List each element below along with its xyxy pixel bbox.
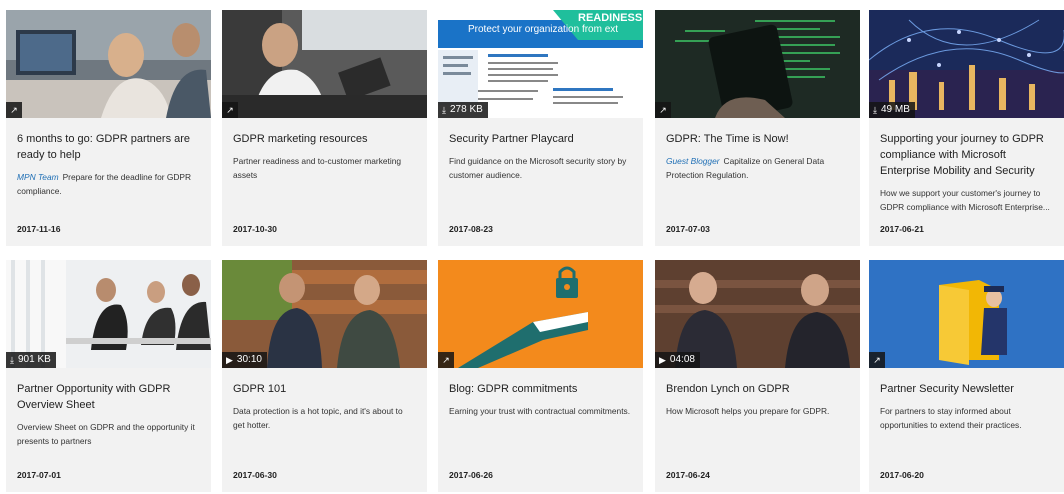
playcard-banner: READINESS: [578, 12, 643, 24]
card-title[interactable]: 6 months to go: GDPR partners are ready …: [17, 131, 200, 163]
external-link-icon: ↗: [873, 355, 881, 365]
card-title[interactable]: GDPR marketing resources: [233, 131, 416, 147]
resource-card[interactable]: ⤓ 901 KB Partner Opportunity with GDPR Ov…: [6, 260, 211, 492]
car-laptop-photo: [222, 10, 427, 118]
resource-card[interactable]: ↗ Partner Security Newsletter For partne…: [869, 260, 1064, 492]
card-date: 2017-10-30: [233, 224, 277, 234]
resource-card[interactable]: ↗ Blog: GDPR commitments Earning your tr…: [438, 260, 643, 492]
card-description: How Microsoft helps you prepare for GDPR…: [666, 406, 830, 416]
card-thumbnail[interactable]: ↗: [438, 260, 643, 368]
download-icon: ⤓: [442, 105, 446, 115]
card-thumbnail[interactable]: ▶ 30:10: [222, 260, 427, 368]
download-icon: ⤓: [10, 355, 14, 365]
card-date: 2017-06-21: [880, 224, 924, 234]
card-title[interactable]: Partner Security Newsletter: [880, 381, 1053, 397]
download-badge: ⤓ 49 MB: [869, 102, 915, 118]
card-thumbnail[interactable]: ↗: [6, 10, 211, 118]
download-badge: ⤓ 278 KB: [438, 102, 488, 118]
card-description: MPN Team Prepare for the deadline for GDP…: [17, 172, 192, 196]
card-title[interactable]: Blog: GDPR commitments: [449, 381, 632, 397]
card-date: 2017-06-20: [880, 470, 924, 480]
office-photo: [6, 10, 211, 118]
external-link-icon: ↗: [226, 105, 234, 115]
external-link-icon: ↗: [659, 105, 667, 115]
card-title[interactable]: GDPR 101: [233, 381, 416, 397]
external-link-icon: ↗: [442, 355, 450, 365]
card-date: 2017-06-30: [233, 470, 277, 480]
card-thumbnail[interactable]: ▶ 04:08: [655, 260, 860, 368]
card-description: Partner readiness and to-customer market…: [233, 156, 402, 180]
card-thumbnail[interactable]: ↗: [655, 10, 860, 118]
card-description: Guest Blogger Capitalize on General Data …: [666, 156, 825, 180]
card-date: 2017-06-24: [666, 470, 710, 480]
external-link-badge: ↗: [438, 352, 454, 368]
card-thumbnail[interactable]: ↗: [222, 10, 427, 118]
resource-grid: ↗ 6 months to go: GDPR partners are read…: [0, 0, 1064, 494]
card-author[interactable]: Guest Blogger: [666, 156, 720, 166]
folder-guard-illustration: [869, 260, 1064, 368]
card-author[interactable]: MPN Team: [17, 172, 59, 182]
play-icon: ▶: [659, 355, 666, 365]
handshake-lock-illustration: [438, 260, 643, 368]
card-thumbnail[interactable]: Protect your organization from external …: [438, 10, 643, 118]
card-date: 2017-06-26: [449, 470, 493, 480]
card-thumbnail[interactable]: ⤓ 901 KB: [6, 260, 211, 368]
card-title[interactable]: Partner Opportunity with GDPR Overview S…: [17, 381, 200, 413]
external-link-badge: ↗: [222, 102, 238, 118]
download-badge: ⤓ 901 KB: [6, 352, 56, 368]
card-thumbnail[interactable]: ↗: [869, 260, 1064, 368]
card-date: 2017-07-03: [666, 224, 710, 234]
external-link-badge: ↗: [6, 102, 22, 118]
video-badge: ▶ 04:08: [655, 352, 700, 368]
card-title[interactable]: GDPR: The Time is Now!: [666, 131, 849, 147]
video-badge: ▶ 30:10: [222, 352, 267, 368]
play-icon: ▶: [226, 355, 233, 365]
card-title[interactable]: Supporting your journey to GDPR complian…: [880, 131, 1053, 179]
card-title[interactable]: Brendon Lynch on GDPR: [666, 381, 849, 397]
resource-card[interactable]: ↗ GDPR marketing resources Partner readi…: [222, 10, 427, 246]
card-description: For partners to stay informed about oppo…: [880, 406, 1022, 430]
external-link-badge: ↗: [869, 352, 885, 368]
external-link-icon: ↗: [10, 105, 18, 115]
card-thumbnail[interactable]: ⤓ 49 MB: [869, 10, 1064, 118]
card-description: Data protection is a hot topic, and it's…: [233, 406, 403, 430]
resource-card[interactable]: ▶ 04:08 Brendon Lynch on GDPR How Microso…: [655, 260, 860, 492]
resource-card[interactable]: ⤓ 49 MB Supporting your journey to GDPR c…: [869, 10, 1064, 246]
resource-card[interactable]: ▶ 30:10 GDPR 101 Data protection is a hot…: [222, 260, 427, 492]
card-date: 2017-08-23: [449, 224, 493, 234]
card-description: Earning your trust with contractual comm…: [449, 406, 631, 416]
playcard-heading: Protect your organization from external …: [468, 24, 618, 35]
card-date: 2017-07-01: [17, 470, 61, 480]
card-title[interactable]: Security Partner Playcard: [449, 131, 632, 147]
resource-card[interactable]: Protect your organization from external …: [438, 10, 643, 246]
card-description: How we support your customer's journey t…: [880, 188, 1050, 212]
card-date: 2017-11-16: [17, 224, 61, 234]
code-phone-photo: [655, 10, 860, 118]
card-description: Find guidance on the Microsoft security …: [449, 156, 627, 180]
card-description: Overview Sheet on GDPR and the opportuni…: [17, 422, 195, 446]
resource-card[interactable]: ↗ 6 months to go: GDPR partners are read…: [6, 10, 211, 246]
external-link-badge: ↗: [655, 102, 671, 118]
resource-card[interactable]: ↗ GDPR: The Time is Now! Guest Blogger Ca…: [655, 10, 860, 246]
download-icon: ⤓: [873, 105, 877, 115]
